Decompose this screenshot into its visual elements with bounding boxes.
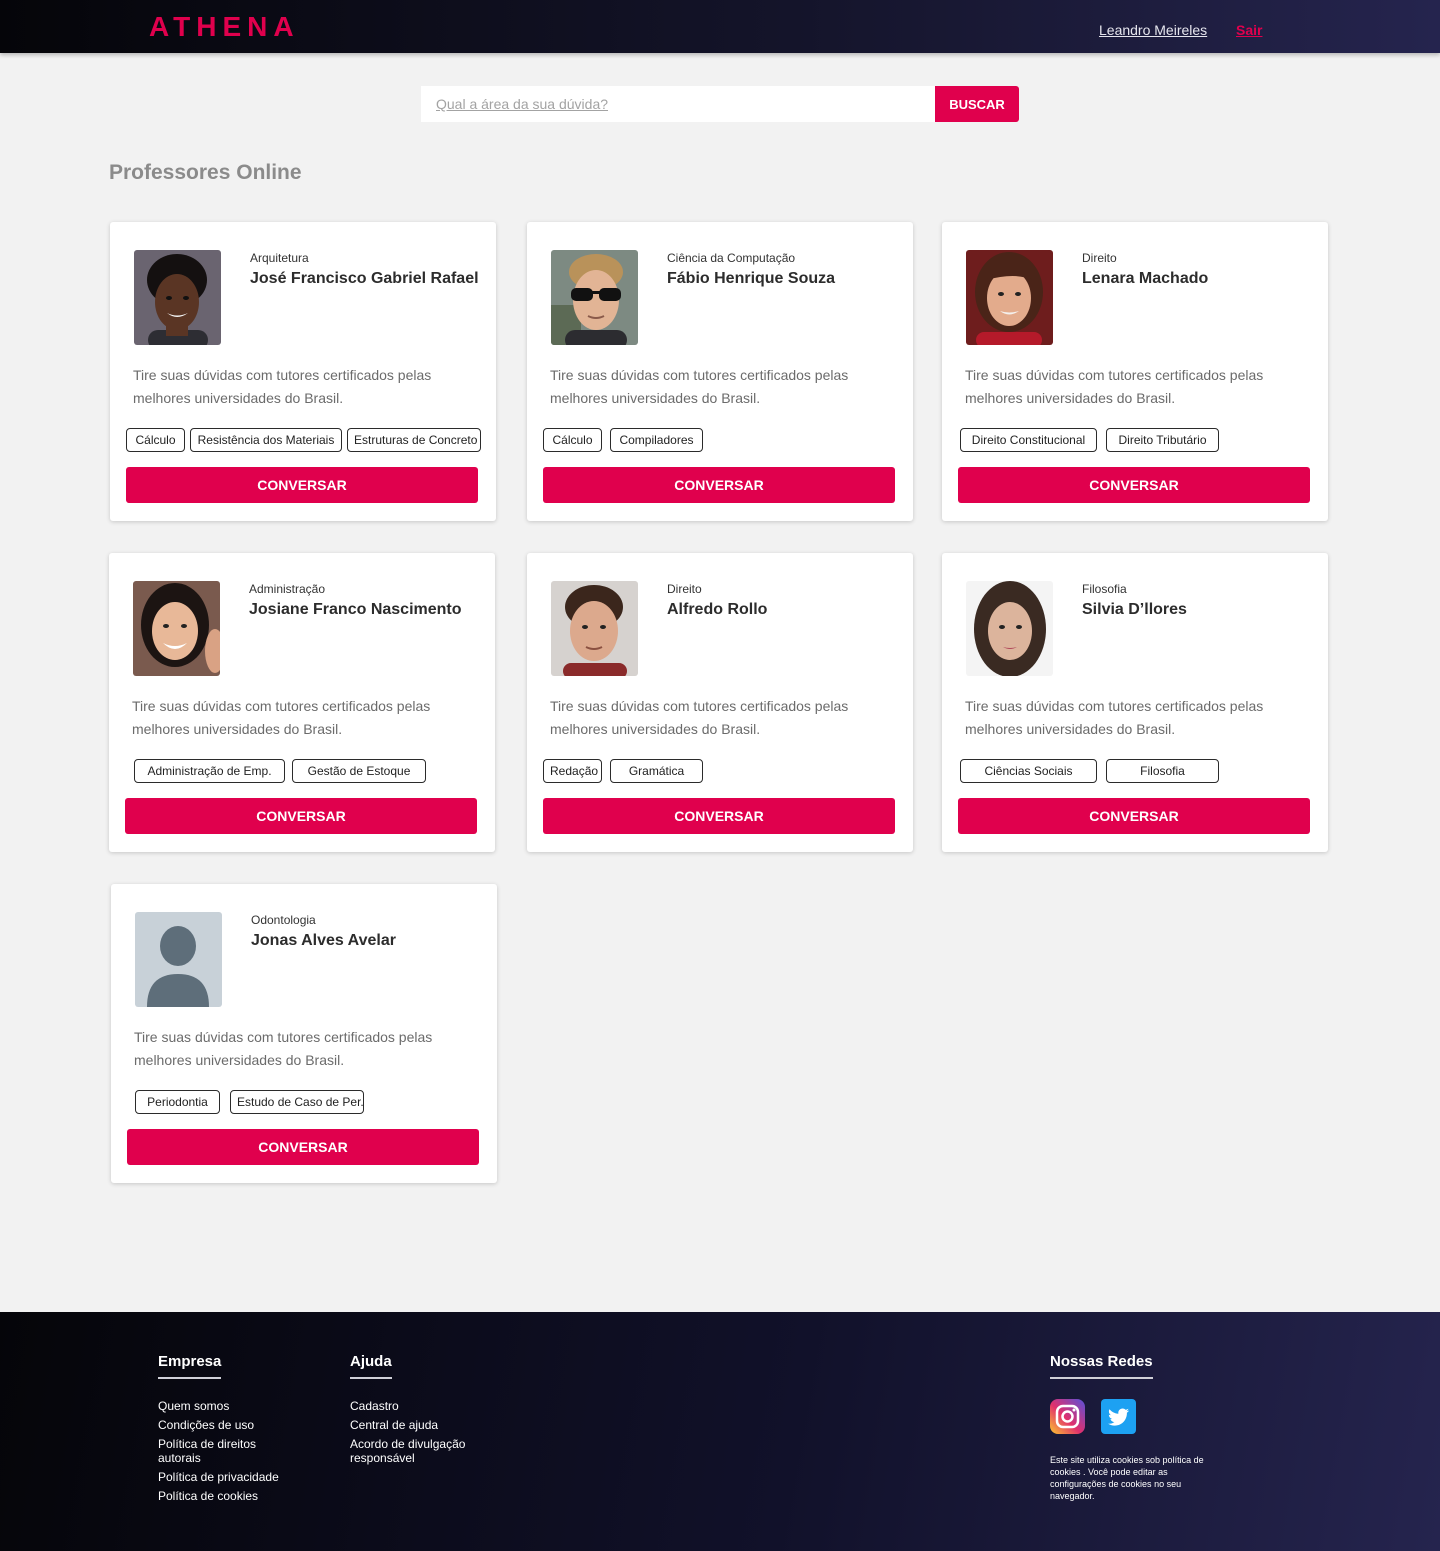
teacher-area: Direito <box>1082 251 1117 265</box>
tag-list: Periodontia Estudo de Caso de Per. <box>127 1090 364 1114</box>
chat-button[interactable]: CONVERSAR <box>958 798 1310 834</box>
footer-col-ajuda: Ajuda Cadastro Central de ajuda Acordo d… <box>350 1352 480 1470</box>
tag-list: Cálculo Compiladores <box>543 428 703 452</box>
teacher-avatar <box>134 250 221 345</box>
teacher-name: Fábio Henrique Souza <box>667 270 836 287</box>
teacher-description: Tire suas dúvidas com tutores certificad… <box>550 698 849 737</box>
subject-tag[interactable]: Estruturas de Concreto <box>347 428 481 452</box>
teacher-description: Tire suas dúvidas com tutores certificad… <box>965 367 1264 406</box>
teacher-name: Josiane Franco Nascimento <box>249 601 462 618</box>
teacher-area: Administração <box>249 582 326 596</box>
social-icons <box>1050 1399 1220 1434</box>
footer-title-ajuda: Ajuda <box>350 1352 392 1379</box>
teacher-name: Silvia D’llores <box>1082 601 1187 618</box>
subject-tag[interactable]: Resistência dos Materiais <box>190 428 342 452</box>
tag-list: Direito Constitucional Direito Tributári… <box>958 428 1219 452</box>
section-title: Professores Online <box>109 161 302 184</box>
teacher-area: Arquitetura <box>250 251 309 265</box>
search-input[interactable] <box>421 86 935 122</box>
cookie-notice: Este site utiliza cookies sob política d… <box>1050 1455 1204 1501</box>
subject-tag[interactable]: Cálculo <box>543 428 602 452</box>
teacher-avatar <box>966 250 1053 345</box>
placeholder-person-icon <box>135 912 222 1007</box>
teacher-name: Alfredo Rollo <box>667 601 768 618</box>
footer-link-privacidade[interactable]: Política de privacidade <box>158 1470 288 1484</box>
chat-button[interactable]: CONVERSAR <box>543 798 895 834</box>
teacher-avatar <box>551 250 638 345</box>
twitter-icon[interactable] <box>1101 1399 1136 1434</box>
search-button[interactable]: BUSCAR <box>935 86 1019 122</box>
subject-tag[interactable]: Periodontia <box>135 1090 220 1114</box>
teacher-card: Direito Alfredo Rollo Tire suas dúvidas … <box>527 553 913 852</box>
subject-tag[interactable]: Filosofia <box>1106 759 1219 783</box>
teacher-description: Tire suas dúvidas com tutores certificad… <box>550 367 849 406</box>
footer-col-redes: Nossas Redes Este site utiliza cookies s… <box>1050 1352 1220 1502</box>
teacher-name: José Francisco Gabriel Rafael <box>250 270 479 287</box>
subject-tag[interactable]: Direito Tributário <box>1106 428 1219 452</box>
user-profile-link[interactable]: Leandro Meireles <box>1099 21 1207 39</box>
subject-tag[interactable]: Estudo de Caso de Per. <box>230 1090 364 1114</box>
teacher-avatar <box>966 581 1053 676</box>
chat-button[interactable]: CONVERSAR <box>126 467 478 503</box>
teacher-card: Administração Josiane Franco Nascimento … <box>109 553 495 852</box>
footer-link-cookies[interactable]: Política de cookies <box>158 1489 288 1503</box>
subject-tag[interactable]: Administração de Emp. <box>134 759 285 783</box>
teacher-card: Filosofia Silvia D’llores Tire suas dúvi… <box>942 553 1328 852</box>
teacher-card: Arquitetura José Francisco Gabriel Rafae… <box>110 222 496 521</box>
tag-list: Redação Gramática <box>543 759 703 783</box>
footer-link-quem-somos[interactable]: Quem somos <box>158 1399 288 1413</box>
footer-link-condicoes[interactable]: Condições de uso <box>158 1418 288 1432</box>
footer-title-redes: Nossas Redes <box>1050 1352 1153 1379</box>
teacher-avatar <box>133 581 220 676</box>
tag-list: Administração de Emp. Gestão de Estoque <box>125 759 426 783</box>
athena-logo[interactable]: ATHENA <box>149 11 300 43</box>
footer-link-acordo-divulgacao[interactable]: Acordo de divulgação responsável <box>350 1437 480 1465</box>
teacher-card: Odontologia Jonas Alves Avelar Tire suas… <box>111 884 497 1183</box>
teacher-description: Tire suas dúvidas com tutores certificad… <box>965 698 1264 737</box>
chat-button[interactable]: CONVERSAR <box>127 1129 479 1165</box>
top-navbar: ATHENA Leandro Meireles Sair <box>0 0 1440 53</box>
subject-tag[interactable]: Gestão de Estoque <box>292 759 426 783</box>
footer-link-direitos-autorais[interactable]: Política de direitos autorais <box>158 1437 288 1465</box>
subject-tag[interactable]: Redação <box>543 759 602 783</box>
teacher-avatar <box>551 581 638 676</box>
subject-tag[interactable]: Compiladores <box>610 428 703 452</box>
footer-col-empresa: Empresa Quem somos Condições de uso Polí… <box>158 1352 288 1508</box>
chat-button[interactable]: CONVERSAR <box>958 467 1310 503</box>
teacher-name: Lenara Machado <box>1082 270 1209 287</box>
footer-link-central-ajuda[interactable]: Central de ajuda <box>350 1418 480 1432</box>
chat-button[interactable]: CONVERSAR <box>125 798 477 834</box>
footer-link-cadastro[interactable]: Cadastro <box>350 1399 480 1413</box>
teacher-description: Tire suas dúvidas com tutores certificad… <box>132 698 431 737</box>
subject-tag[interactable]: Direito Constitucional <box>960 428 1097 452</box>
subject-tag[interactable]: Cálculo <box>126 428 185 452</box>
footer-title-empresa: Empresa <box>158 1352 222 1379</box>
teacher-card: Direito Lenara Machado Tire suas dúvidas… <box>942 222 1328 521</box>
teacher-area: Odontologia <box>251 913 316 927</box>
subject-tag[interactable]: Gramática <box>610 759 703 783</box>
teacher-area: Ciência da Computação <box>667 251 796 265</box>
chat-button[interactable]: CONVERSAR <box>543 467 895 503</box>
teacher-description: Tire suas dúvidas com tutores certificad… <box>134 1029 433 1068</box>
teacher-name: Jonas Alves Avelar <box>251 932 396 949</box>
subject-tag[interactable]: Ciências Sociais <box>960 759 1097 783</box>
logout-link[interactable]: Sair <box>1236 21 1262 39</box>
teacher-area: Direito <box>667 582 702 596</box>
teacher-area: Filosofia <box>1082 582 1127 596</box>
tag-list: Cálculo Resistência dos Materiais Estrut… <box>126 428 481 452</box>
tag-list: Ciências Sociais Filosofia <box>958 759 1219 783</box>
teacher-description: Tire suas dúvidas com tutores certificad… <box>133 367 432 406</box>
teacher-card: Ciência da Computação Fábio Henrique Sou… <box>527 222 913 521</box>
instagram-icon[interactable] <box>1050 1399 1085 1434</box>
footer: Empresa Quem somos Condições de uso Polí… <box>0 1312 1440 1551</box>
search-bar <box>421 86 935 122</box>
